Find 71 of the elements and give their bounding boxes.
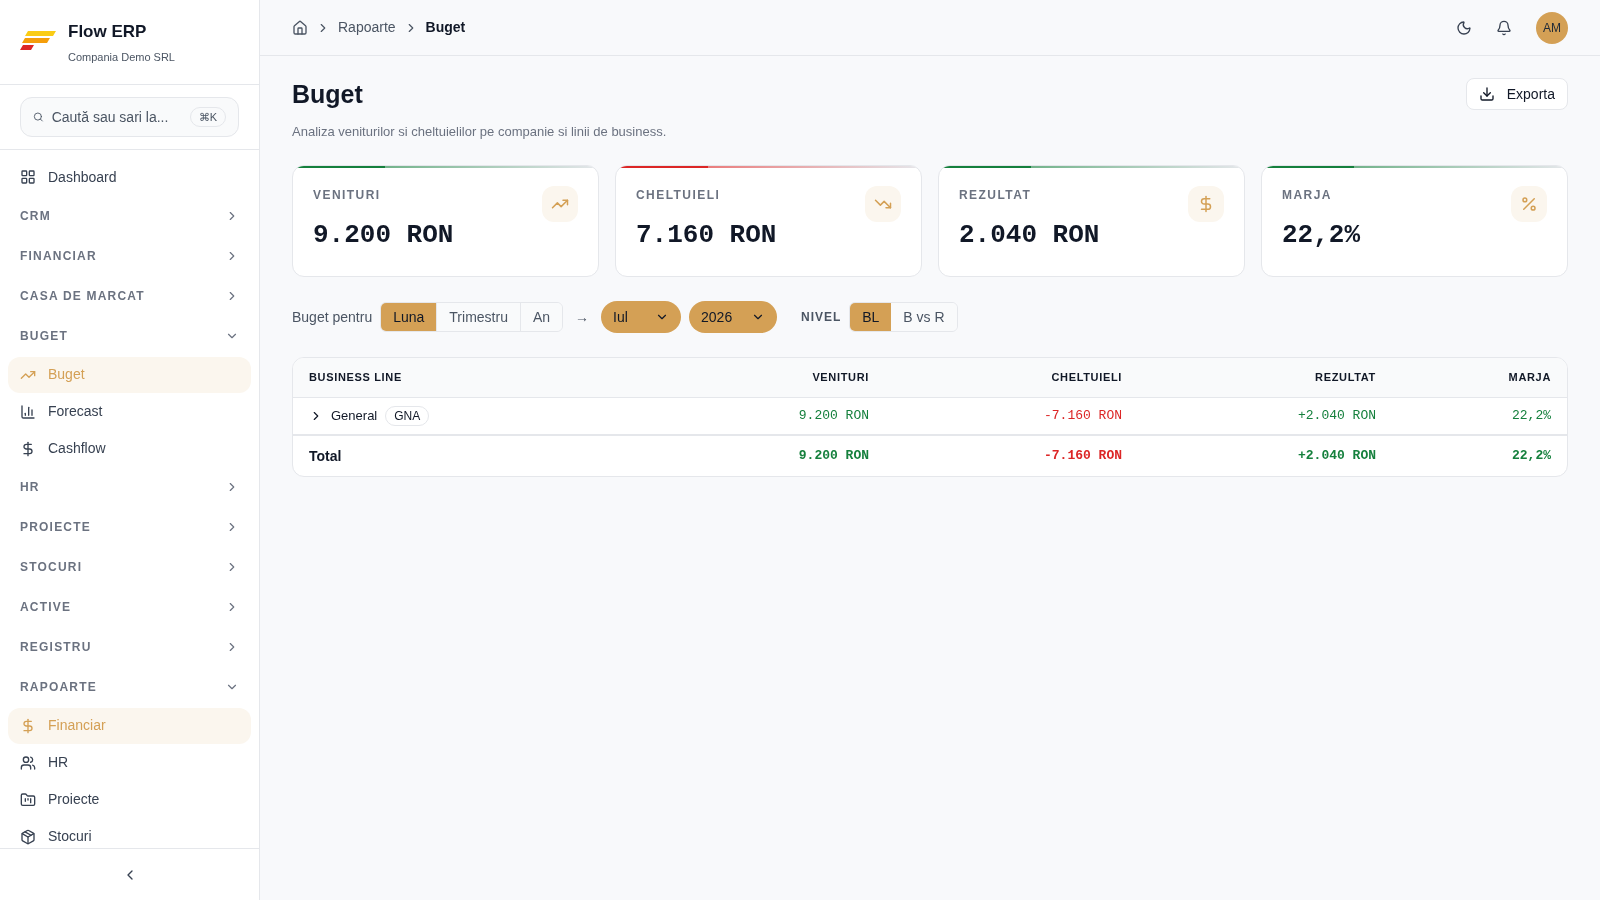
period-tab[interactable]: An xyxy=(519,303,563,331)
year-select[interactable]: 2026 xyxy=(689,301,778,333)
column-header: REZULTAT xyxy=(1315,370,1376,386)
user-avatar[interactable]: AM xyxy=(1536,11,1568,44)
breadcrumb-item: Buget xyxy=(425,18,466,37)
breadcrumb-item[interactable]: Rapoarte xyxy=(338,17,396,38)
folder-icon xyxy=(20,791,36,808)
kpi-value: 2.040 RON xyxy=(959,219,1100,252)
nav-section[interactable]: PROIECTE xyxy=(8,507,251,547)
table-cell-text: +2.040 RON xyxy=(1298,407,1376,426)
kpi-label: MARJA xyxy=(1282,187,1333,204)
page-title: Buget xyxy=(292,79,364,110)
home-icon[interactable] xyxy=(292,19,308,36)
column-header: MARJA xyxy=(1508,370,1551,386)
column-header: VENITURI xyxy=(812,370,869,386)
kpi-label: VENITURI xyxy=(313,187,382,204)
kpi-value: 7.160 RON xyxy=(636,219,777,252)
table-cell-text: -7.160 RON xyxy=(1044,407,1122,426)
table-cell-text: 22,2% xyxy=(1512,407,1551,426)
total-label: Total xyxy=(309,446,343,466)
brand-name: Flow ERP xyxy=(68,21,148,43)
grid-icon xyxy=(20,169,36,185)
table-cell-text: 9.200 RON xyxy=(798,407,869,426)
page-subtitle: Analiza veniturilor si cheltuielilor pe companie si linii de business. xyxy=(292,122,667,141)
nav-item[interactable]: HR xyxy=(8,744,251,781)
company-name: Compania Demo SRL xyxy=(68,49,175,65)
kpi-label: REZULTAT xyxy=(959,187,1033,204)
nav-section[interactable]: RAPOARTE xyxy=(8,667,251,707)
nav-section[interactable]: CASA DE MARCAT xyxy=(8,276,251,316)
nav-item[interactable]: Dashboard xyxy=(8,158,251,196)
nav-section[interactable]: CRM xyxy=(8,196,251,236)
dollar-icon xyxy=(20,440,36,457)
bar-chart-icon xyxy=(20,403,36,420)
filter-label: Buget pentru xyxy=(292,307,373,327)
nav-item[interactable]: Forecast xyxy=(8,393,251,430)
month-select[interactable]: Iul xyxy=(601,301,682,333)
total-cell-text: -7.160 RON xyxy=(1044,447,1122,466)
nav-section[interactable]: REGISTRU xyxy=(8,627,251,667)
nav-section[interactable]: ACTIVE xyxy=(8,587,251,627)
kpi-label: CHELTUIELI xyxy=(636,187,722,204)
total-cell-text: +2.040 RON xyxy=(1298,447,1376,466)
level-tab[interactable]: BL xyxy=(850,303,892,331)
search-icon xyxy=(33,109,44,125)
nav-section[interactable]: HR xyxy=(8,467,251,507)
kpi-value: 9.200 RON xyxy=(313,219,454,252)
users-icon xyxy=(20,754,36,771)
export-button[interactable]: Exporta xyxy=(1465,78,1568,110)
column-header: CHELTUIELI xyxy=(1051,370,1122,386)
column-header: BUSINESS LINE xyxy=(309,370,403,386)
period-tab[interactable]: Luna xyxy=(381,303,437,331)
level-label: NIVEL xyxy=(801,309,842,326)
download-icon xyxy=(1478,86,1495,102)
arrow-text: → xyxy=(575,307,590,327)
logo-icon xyxy=(20,31,56,53)
business-line-name: General xyxy=(331,407,378,426)
nav-item[interactable]: Cashflow xyxy=(8,430,251,467)
percent-icon xyxy=(1520,195,1538,213)
nav-section[interactable]: STOCURI xyxy=(8,547,251,587)
kpi-value: 22,2% xyxy=(1282,219,1360,252)
search-field[interactable]: Caută sau sari la... ⌘K xyxy=(20,97,239,137)
dollar-icon xyxy=(20,717,36,734)
box-icon xyxy=(20,828,36,845)
nav-section[interactable]: FINANCIAR xyxy=(8,236,251,276)
moon-icon[interactable] xyxy=(1456,19,1472,36)
bell-icon[interactable] xyxy=(1496,19,1512,36)
nav-item[interactable]: Stocuri xyxy=(8,818,251,848)
nav-section[interactable]: BUGET xyxy=(8,316,251,356)
total-cell-text: 22,2% xyxy=(1512,447,1551,466)
nav-item[interactable]: Proiecte xyxy=(8,781,251,818)
search-input[interactable]: Caută sau sari la... xyxy=(51,106,182,128)
total-cell-text: 9.200 RON xyxy=(798,447,869,466)
